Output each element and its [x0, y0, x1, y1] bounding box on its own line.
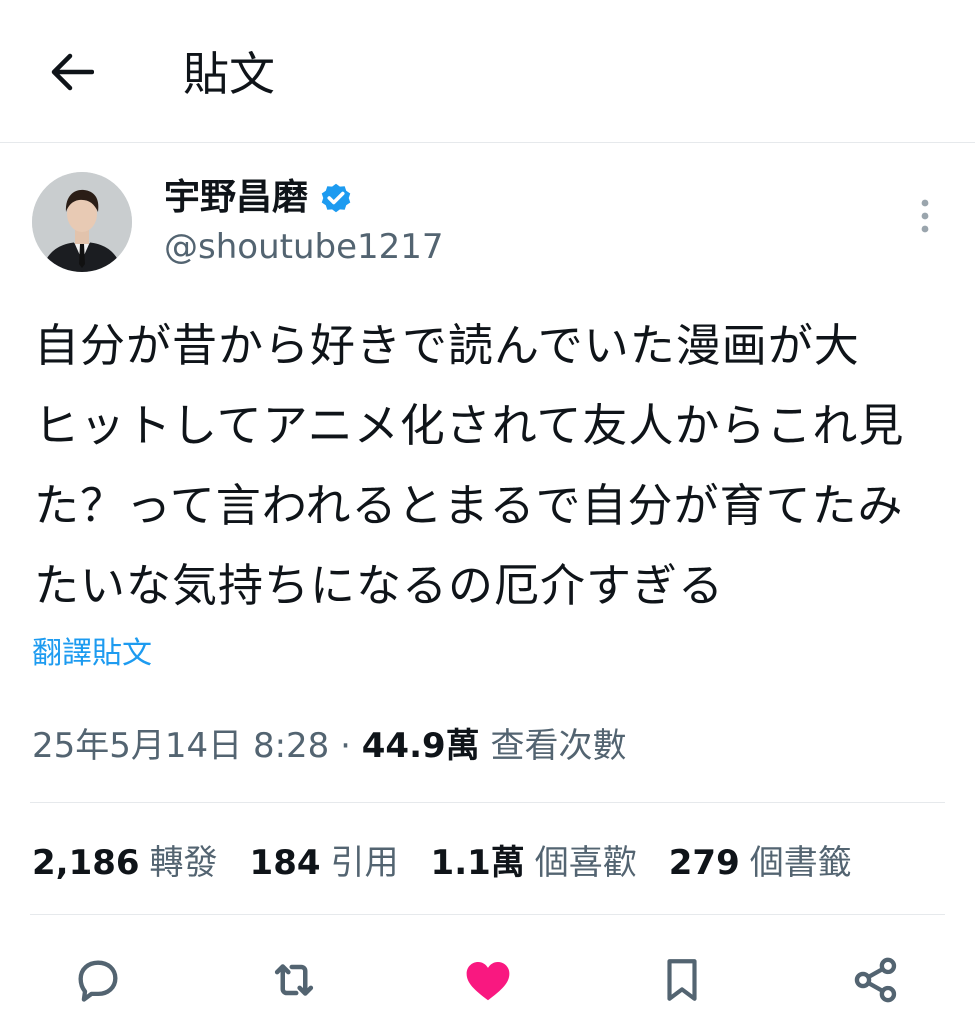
quotes-count: 184 [249, 843, 321, 883]
bookmarks-label: 個書籤 [749, 843, 852, 883]
more-vertical-icon [921, 199, 929, 233]
arrow-left-icon [51, 53, 94, 91]
engagement-stats: 2,186 轉發 184 引用 1.1萬 個喜歡 279 個書籤 [32, 838, 852, 888]
likes-label: 個喜歡 [534, 843, 637, 883]
bookmark-button[interactable] [652, 950, 712, 1010]
repost-button[interactable] [264, 950, 324, 1010]
avatar[interactable] [32, 172, 132, 272]
tweet-text: 自分が昔から好きで読んでいた漫画が大 ヒットしてアニメ化されて友人からこれ見 た… [34, 306, 954, 626]
bookmark-icon [667, 959, 697, 1001]
header-divider [0, 142, 975, 143]
reply-button[interactable] [68, 950, 128, 1010]
likes-stat[interactable]: 1.1萬 個喜歡 [431, 838, 637, 888]
share-button[interactable] [846, 950, 906, 1010]
tweet-text-line: たいな気持ちになるの厄介すぎる [34, 559, 725, 612]
bookmarks-count: 279 [668, 843, 740, 883]
author-display-name[interactable]: 宇野昌磨 [164, 174, 308, 222]
translate-post-link[interactable]: 翻譯貼文 [32, 632, 152, 676]
tweet-text-line: ヒットしてアニメ化されて友人からこれ見 [34, 399, 905, 452]
action-bar [0, 940, 975, 1020]
views-label: 查看次數 [490, 726, 627, 766]
reposts-count: 2,186 [32, 843, 140, 883]
verified-badge-icon [321, 183, 351, 213]
back-button[interactable] [44, 44, 100, 100]
stats-divider [30, 914, 945, 915]
timestamp[interactable]: 25年5月14日 8:28 [32, 726, 329, 766]
meta-divider [30, 802, 945, 803]
tweet-text-line: た？って言われるとまるで自分が育てたみ [34, 479, 904, 532]
repost-icon [274, 964, 314, 996]
author-handle[interactable]: @shoutube1217 [164, 224, 444, 270]
bookmarks-stat[interactable]: 279 個書籤 [669, 838, 852, 888]
reply-icon [78, 960, 118, 1002]
like-button[interactable] [458, 950, 518, 1010]
top-bar: 貼文 [0, 0, 975, 142]
tweet-meta: 25年5月14日 8:28 · 44.9萬 查看次數 [32, 722, 626, 770]
author-name-row: 宇野昌磨 [164, 174, 354, 222]
quotes-label: 引用 [330, 843, 399, 883]
more-options-button[interactable] [908, 194, 942, 238]
share-icon [854, 957, 897, 1003]
quotes-stat[interactable]: 184 引用 [250, 838, 399, 888]
heart-icon [466, 962, 510, 1001]
reposts-stat[interactable]: 2,186 轉發 [32, 838, 218, 888]
avatar-image [32, 172, 132, 272]
views-count: 44.9萬 [361, 726, 480, 766]
tweet-text-line: 自分が昔から好きで読んでいた漫画が大 [34, 319, 860, 372]
likes-count: 1.1萬 [430, 843, 525, 883]
page-title: 貼文 [183, 47, 275, 101]
meta-separator: · [340, 726, 351, 766]
reposts-label: 轉發 [149, 843, 218, 883]
